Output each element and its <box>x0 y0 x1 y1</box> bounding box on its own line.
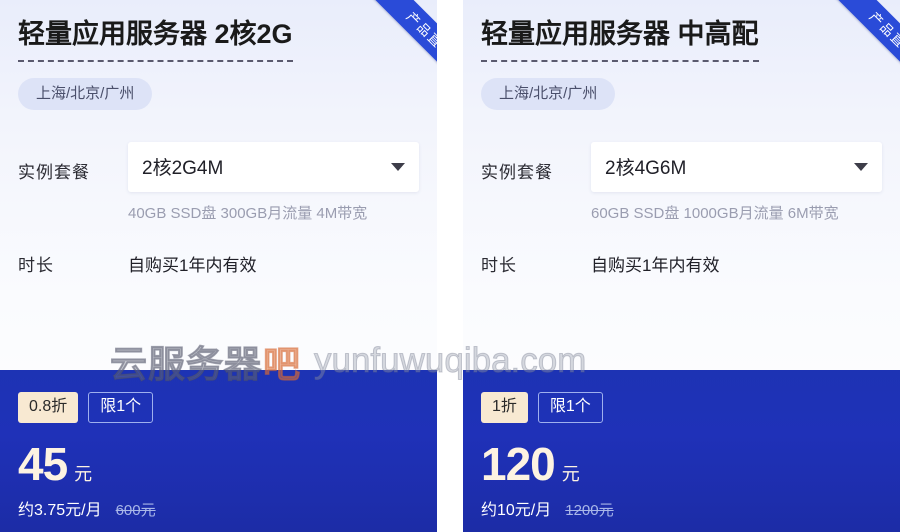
product-card-list: 产品直单 轻量应用服务器 2核2G 上海/北京/广州 实例套餐 2核2G4M 4… <box>0 0 900 532</box>
spec-description: 40GB SSD盘 300GB月流量 4M带宽 <box>128 204 368 222</box>
price-original: 600元 <box>115 501 156 519</box>
card-upper-section: 产品直单 轻量应用服务器 2核2G 上海/北京/广州 实例套餐 2核2G4M 4… <box>0 0 437 370</box>
spec-row: 实例套餐 2核2G4M 40GB SSD盘 300GB月流量 4M带宽 <box>18 141 419 225</box>
discount-badge: 1折 <box>481 392 528 423</box>
product-card[interactable]: 产品直单 轻量应用服务器 中高配 上海/北京/广州 实例套餐 2核4G6M 60… <box>463 0 900 532</box>
spec-label: 实例套餐 <box>18 162 90 182</box>
duration-row: 时长 自购买1年内有效 <box>18 251 419 276</box>
price-panel: 1折 限1个 120 元 约10元/月 1200元 <box>463 370 900 532</box>
duration-value: 自购买1年内有效 <box>128 256 257 275</box>
chevron-down-icon <box>854 162 868 171</box>
price-original: 1200元 <box>565 501 614 519</box>
price-line: 45 元 <box>18 441 419 487</box>
spec-select[interactable]: 2核4G6M <box>591 141 882 192</box>
duration-label: 时长 <box>18 256 54 275</box>
price-per-month: 约10元/月 <box>481 501 552 519</box>
limit-badge: 限1个 <box>537 392 603 423</box>
spec-main: 2核4G6M 60GB SSD盘 1000GB月流量 6M带宽 <box>591 141 882 225</box>
discount-badge: 0.8折 <box>18 392 79 423</box>
price-per-month: 约3.75元/月 <box>18 501 102 519</box>
product-card[interactable]: 产品直单 轻量应用服务器 2核2G 上海/北京/广州 实例套餐 2核2G4M 4… <box>0 0 437 532</box>
region-pill: 上海/北京/广州 <box>481 77 616 110</box>
chevron-down-icon <box>391 162 405 171</box>
spec-row: 实例套餐 2核4G6M 60GB SSD盘 1000GB月流量 6M带宽 <box>481 141 882 225</box>
badge-group: 1折 限1个 <box>481 392 882 423</box>
spec-main: 2核2G4M 40GB SSD盘 300GB月流量 4M带宽 <box>128 141 419 225</box>
card-upper-section: 产品直单 轻量应用服务器 中高配 上海/北京/广州 实例套餐 2核4G6M 60… <box>463 0 900 370</box>
duration-row: 时长 自购买1年内有效 <box>481 251 882 276</box>
price-amount: 45 <box>18 437 68 490</box>
spec-description: 60GB SSD盘 1000GB月流量 6M带宽 <box>591 204 839 222</box>
price-currency-unit: 元 <box>561 463 580 484</box>
price-panel: 0.8折 限1个 45 元 约3.75元/月 600元 <box>0 370 437 532</box>
spec-select-value: 2核4G6M <box>605 158 687 180</box>
duration-label: 时长 <box>481 256 517 275</box>
price-sub-line: 约10元/月 1200元 <box>481 496 882 520</box>
page-title: 轻量应用服务器 2核2G <box>18 0 293 62</box>
region-pill: 上海/北京/广州 <box>18 77 153 110</box>
spec-select-value: 2核2G4M <box>142 158 224 180</box>
price-amount: 120 <box>481 437 556 490</box>
price-currency-unit: 元 <box>74 463 93 484</box>
price-line: 120 元 <box>481 441 882 487</box>
spec-label: 实例套餐 <box>481 162 553 182</box>
duration-value: 自购买1年内有效 <box>591 256 720 275</box>
badge-group: 0.8折 限1个 <box>18 392 419 423</box>
price-sub-line: 约3.75元/月 600元 <box>18 496 419 520</box>
page-title: 轻量应用服务器 中高配 <box>481 0 759 62</box>
spec-select[interactable]: 2核2G4M <box>128 141 419 192</box>
limit-badge: 限1个 <box>88 392 154 423</box>
